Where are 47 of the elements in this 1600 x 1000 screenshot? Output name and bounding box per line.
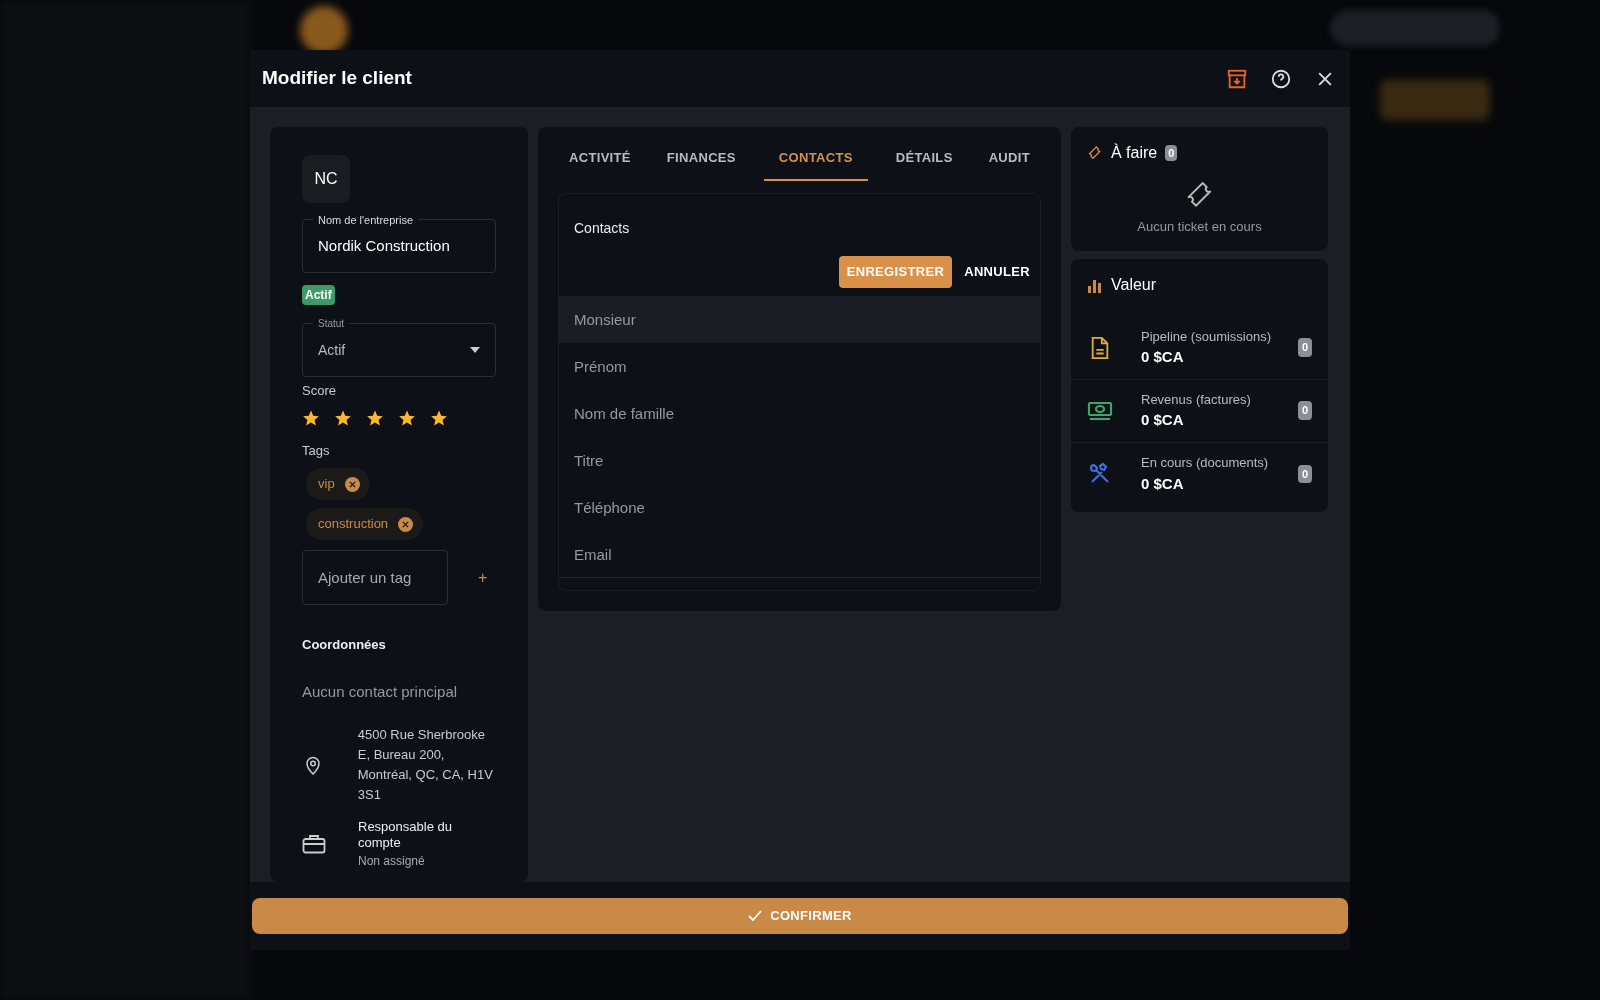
tab[interactable]: FINANCES — [658, 137, 744, 181]
ticket-icon — [1087, 145, 1103, 161]
manager-label: Responsable du compte — [358, 819, 453, 851]
empty-text: Aucun ticket en cours — [1137, 218, 1262, 236]
cancel-button[interactable]: ANNULER — [964, 256, 1030, 288]
tab[interactable]: CONTACTS — [763, 137, 868, 181]
caret-icon — [470, 347, 480, 353]
section-title: Coordonnées — [302, 636, 386, 654]
briefcase-icon — [302, 834, 326, 854]
input-field[interactable]: Prénom — [559, 343, 1040, 390]
card-title: À faire — [1111, 142, 1158, 163]
input-field[interactable]: Email — [559, 531, 1040, 578]
input-field[interactable]: Monsieur — [559, 296, 1040, 343]
panel-title: Contacts — [574, 219, 630, 238]
add-tag-button[interactable]: + — [478, 565, 488, 590]
tab[interactable]: DÉTAILS — [887, 137, 961, 181]
input-field[interactable]: Nom de famille — [559, 390, 1040, 437]
remove-icon[interactable] — [344, 476, 360, 492]
count-badge: 0 — [1297, 401, 1312, 420]
metric-value: 0 $CA — [1141, 473, 1185, 494]
empty-contact-text: Aucun contact principal — [302, 681, 458, 702]
address-text: 4500 Rue Sherbrooke E, Bureau 200, Montréal, QC, CA, H1V 3S1 — [357, 726, 494, 804]
input-field[interactable]: Titre — [559, 437, 1040, 484]
tag-input[interactable]: Ajouter un tag — [302, 550, 448, 605]
tab[interactable]: ACTIVITÉ — [561, 137, 639, 181]
metric-value: 0 $CA — [1141, 410, 1185, 430]
remove-icon[interactable] — [398, 516, 414, 532]
manager-value: Non assigné — [358, 853, 426, 869]
card-title: Valeur — [1111, 274, 1157, 295]
tag-chip[interactable]: vip — [306, 468, 370, 500]
avatar-initials: NC — [302, 155, 350, 203]
tags-label: Tags — [302, 441, 330, 460]
score-label: Score — [302, 382, 336, 400]
tab[interactable]: AUDIT — [980, 137, 1038, 181]
banknote-icon — [1087, 399, 1113, 422]
input-field[interactable]: Téléphone — [559, 484, 1040, 531]
check-icon — [748, 910, 763, 922]
metric-label: Pipeline (soumissions) — [1141, 327, 1273, 346]
count-badge: 0 — [1297, 464, 1312, 484]
count-badge: 0 — [1165, 144, 1178, 162]
metric-label: Revenus (factures) — [1141, 390, 1252, 409]
tag-chip[interactable]: construction — [306, 508, 424, 540]
metric-value: 0 $CA — [1141, 347, 1185, 367]
count-badge: 0 — [1297, 338, 1312, 357]
metric-label: En cours (documents) — [1141, 454, 1270, 472]
status-badge: Actif — [302, 285, 335, 305]
dialog-title: Modifier le client — [262, 66, 413, 91]
